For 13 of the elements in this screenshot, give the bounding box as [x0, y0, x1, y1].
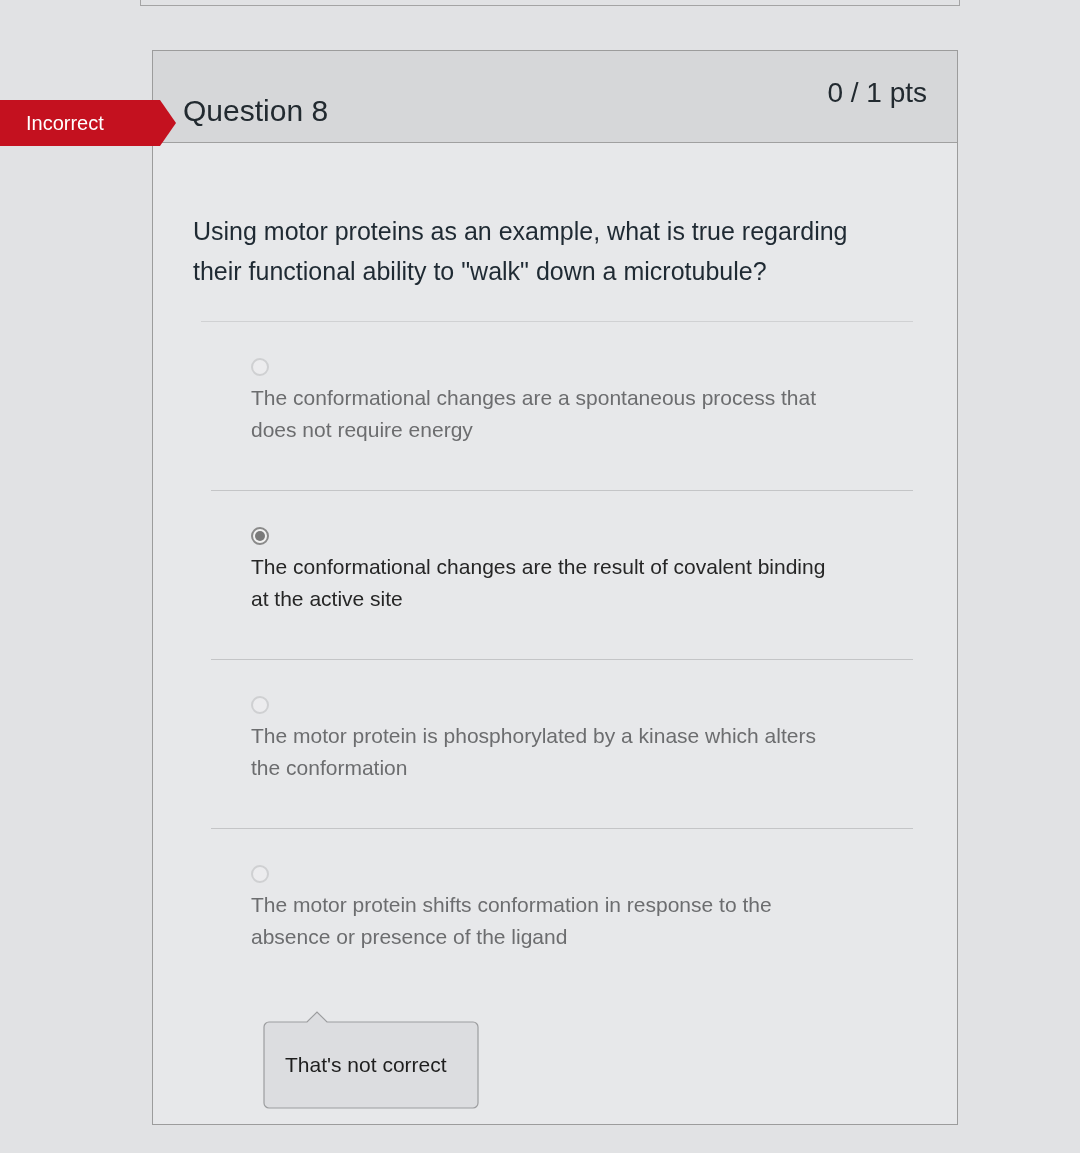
- question-text: Using motor proteins as an example, what is true regarding their functional ability to "walk" down a microtubule?: [193, 216, 849, 287]
- incorrect-badge: Incorrect: [0, 100, 176, 146]
- radio-button[interactable]: [251, 527, 269, 545]
- points-label: 0 / 1 pts: [827, 76, 927, 110]
- answer-text: The motor protein shifts conformation in response to the absence or presence of the ligand: [251, 892, 773, 950]
- radio-button[interactable]: [251, 358, 269, 376]
- radio-button[interactable]: [251, 696, 269, 714]
- answer-text: The conformational changes are a spontaneous process that does not require energy: [251, 385, 818, 443]
- feedback-tooltip: That's not correct: [263, 1011, 479, 1109]
- answer-text: The conformational changes are the result of covalent binding at the active site: [251, 554, 827, 612]
- answer-text: The motor protein is phosphorylated by a kinase which alters the conformation: [251, 723, 817, 781]
- radio-button[interactable]: [251, 865, 269, 883]
- question-title: Question 8: [183, 93, 329, 129]
